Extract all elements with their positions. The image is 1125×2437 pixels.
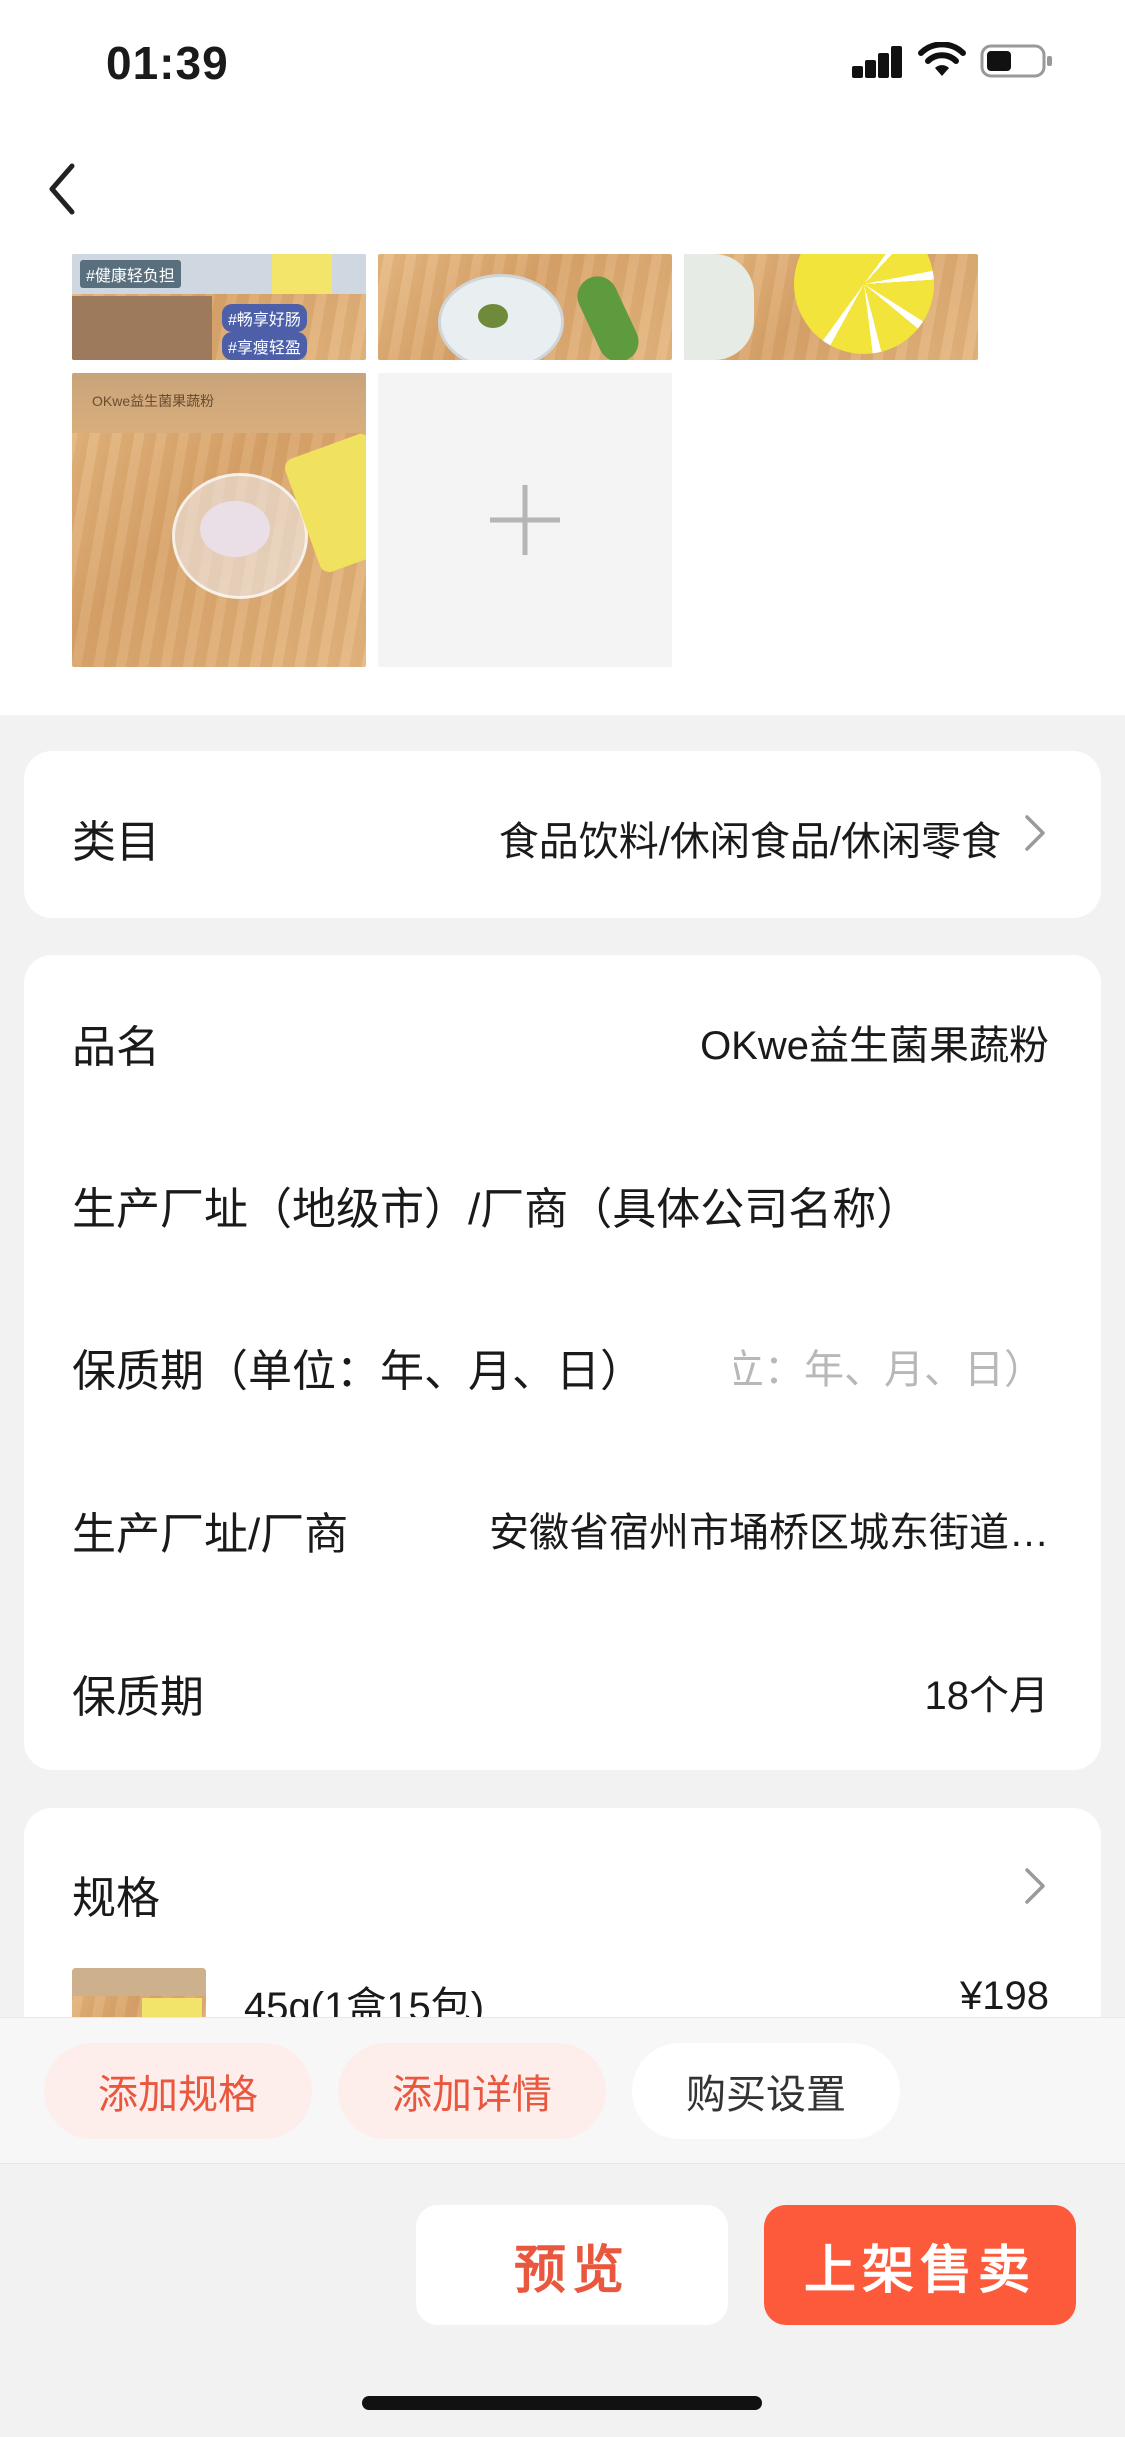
status-time: 01:39 (106, 36, 229, 90)
product-photo-4[interactable]: OKwe益生菌果蔬粉 (72, 373, 366, 667)
add-detail-button[interactable]: 添加详情 (338, 2043, 606, 2139)
attr-shelf-life-value[interactable]: 18个月 (925, 1663, 1050, 1721)
add-photo-button[interactable] (378, 373, 672, 667)
box-label: OKwe益生菌果蔬粉 (92, 391, 214, 411)
home-indicator (362, 2396, 762, 2410)
spec-item-price: ¥198 (960, 1974, 1049, 2019)
attr-name-value[interactable]: OKwe益生菌果蔬粉 (700, 1013, 1049, 1071)
attr-factory-label: 生产厂址（地级市）/厂商（具体公司名称） (72, 1173, 920, 1237)
attributes-card: 品名 OKwe益生菌果蔬粉 生产厂址（地级市）/厂商（具体公司名称） 保质期（单… (24, 955, 1101, 1770)
category-value: 食品饮料/休闲食品/休闲零食 (499, 809, 1001, 867)
attr-manufacturer-label: 生产厂址/厂商 (72, 1498, 348, 1562)
badge-tag: #享瘦轻盈 (222, 332, 307, 360)
input-placeholder: 立：年、月、日） (734, 1337, 1044, 1393)
back-button[interactable] (40, 156, 90, 222)
attr-manufacturer-value[interactable]: 安徽省宿州市埇桥区城东街道… (489, 1500, 1049, 1558)
add-spec-button[interactable]: 添加规格 (44, 2043, 312, 2139)
product-photo-3[interactable] (684, 254, 978, 360)
signal-icon (852, 44, 902, 78)
plus-icon (378, 373, 672, 667)
chevron-right-icon (1019, 813, 1049, 853)
attr-shelf-life-unit-label: 保质期（单位：年、月、日） (72, 1335, 644, 1399)
chevron-right-icon (1019, 1866, 1049, 1906)
spec-title: 规格 (72, 1862, 160, 1926)
badge-tag: #健康轻负担 (80, 260, 181, 288)
product-photo-2[interactable] (378, 254, 672, 360)
category-label: 类目 (72, 806, 160, 870)
battery-icon (980, 44, 1054, 78)
chevron-left-icon (40, 156, 90, 222)
attr-shelf-life-label: 保质期 (72, 1661, 204, 1725)
category-card[interactable]: 类目 食品饮料/休闲食品/休闲零食 (24, 751, 1101, 918)
preview-button[interactable]: 预览 (416, 2205, 728, 2325)
badge-tag: #畅享好肠 (222, 304, 307, 332)
publish-button[interactable]: 上架售卖 (764, 2205, 1076, 2325)
wifi-icon (918, 42, 966, 78)
attr-shelf-life-unit-input[interactable]: 立：年、月、日） (734, 1329, 1064, 1393)
product-photo-1[interactable]: #健康轻负担 #畅享好肠 #享瘦轻盈 (72, 254, 366, 360)
attr-name-label: 品名 (72, 1011, 160, 1075)
buy-settings-button[interactable]: 购买设置 (632, 2043, 900, 2139)
